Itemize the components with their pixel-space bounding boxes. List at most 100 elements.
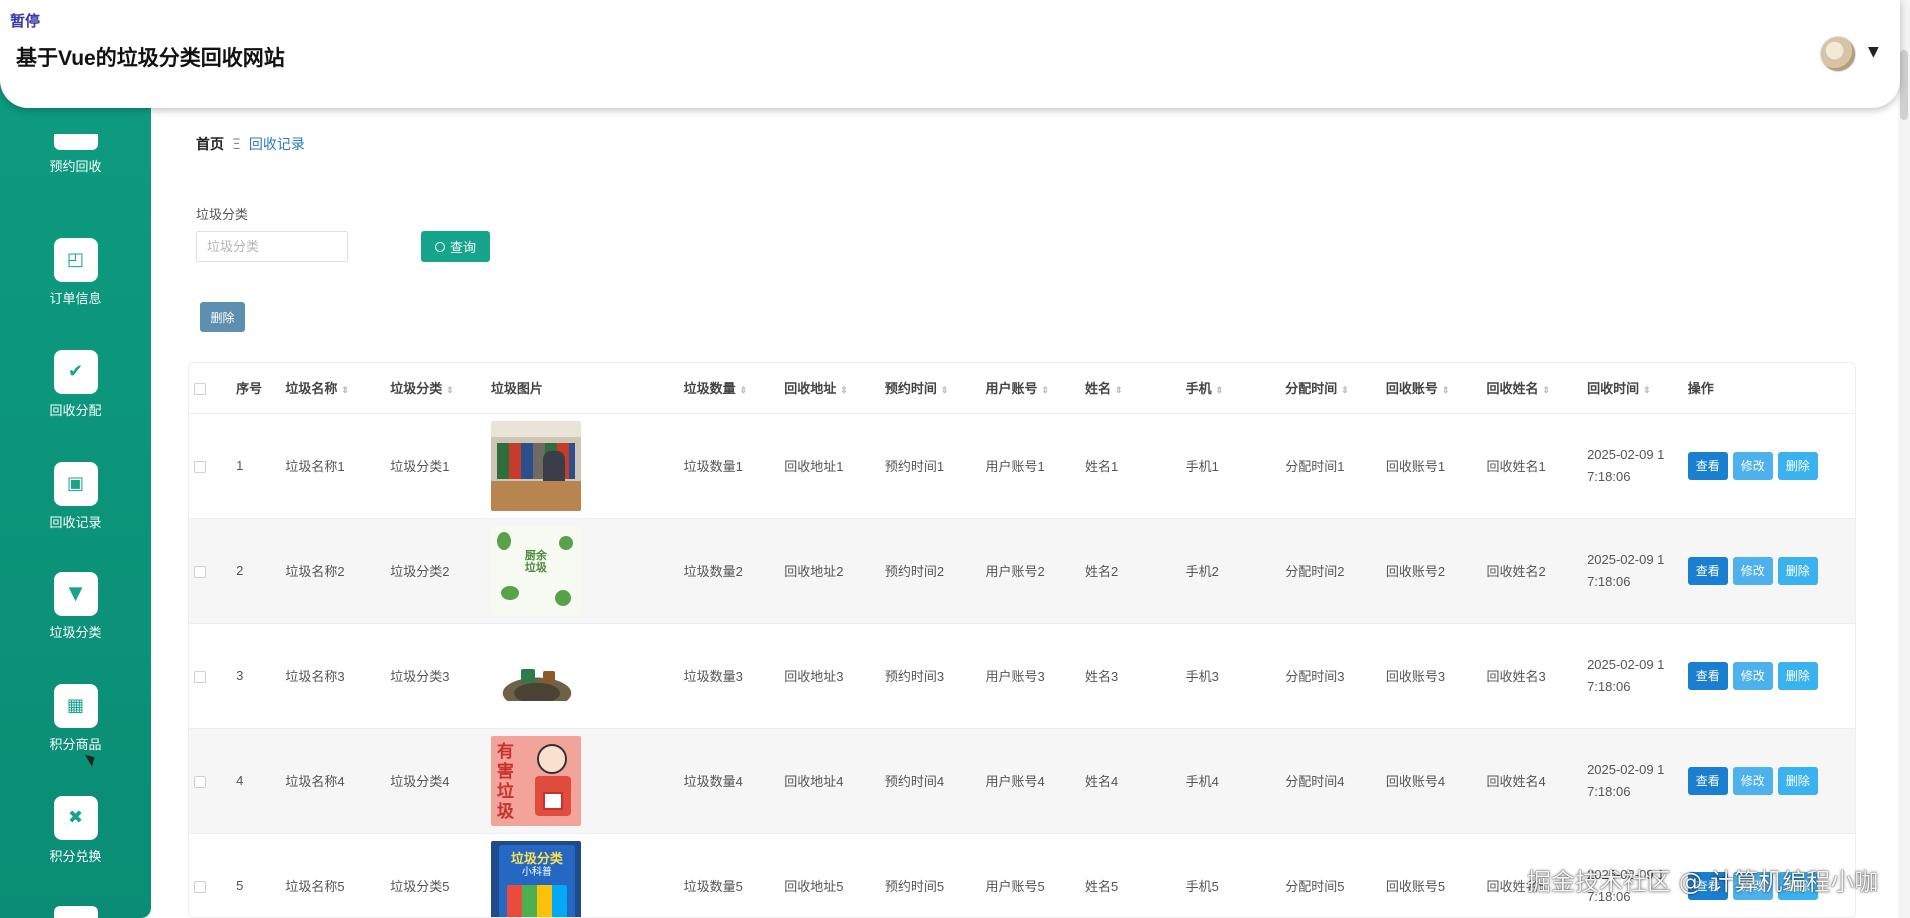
sort-icon: ⇕ [739,385,748,396]
col-header[interactable]: 分配时间 ⇕ [1285,363,1386,413]
col-header[interactable]: 回收账号 ⇕ [1386,363,1487,413]
cell-quantity: 垃圾数量5 [683,879,743,895]
recycling-bins-photo[interactable] [490,420,581,511]
col-header[interactable]: 回收地址 ⇕ [784,363,885,413]
cell-recycle-time: 2025-02-09 1 7:18:06 [1587,656,1665,694]
sidebar-item-categories[interactable]: ▼ 垃圾分类 [0,572,151,641]
row-checkbox[interactable] [189,518,236,623]
exchange-icon: ✖ [53,796,98,840]
sort-icon: ⇕ [1041,385,1049,396]
cell-user-account: 用户账号2 [985,564,1045,579]
sidebar-item-records[interactable]: ▣ 回收记录 [0,462,151,531]
cell-appt-time: 预约时间2 [884,564,945,579]
cell-user-account: 用户账号1 [985,459,1045,474]
breadcrumb: 首页 Ξ 回收记录 [196,134,305,154]
cell-no: 4 [236,773,244,788]
cell-name: 垃圾名称5 [285,879,345,895]
breadcrumb-home[interactable]: 首页 [196,137,224,153]
sidebar: 预约回收 ◰ 订单信息 ✔ 回收分配 ▣ 回收记录 ▼ 垃圾分类 ▦ 积分商品 … [0,80,151,918]
sorting-book-cover[interactable]: 垃圾分类 小科普 [490,840,581,917]
delete-button[interactable]: 删除 [1777,451,1818,480]
delete-button[interactable]: 删除 [1777,556,1818,585]
sidebar-item-appointment[interactable]: 预约回收 [0,134,151,175]
cell-recycle-time: 2025-02-09 1 7:18:06 [1587,551,1665,589]
edit-button[interactable]: 修改 [1732,451,1773,480]
row-checkbox[interactable] [189,833,236,917]
row-checkbox[interactable] [189,413,236,518]
sidebar-item-label: 订单信息 [49,292,102,307]
caret-down-icon[interactable]: ▼ [1868,44,1879,60]
cell-address: 回收地址1 [784,459,844,474]
sort-icon: ⇕ [446,385,454,396]
search-button[interactable]: 查询 [421,231,490,262]
sidebar-item-label: 积分商品 [49,738,102,753]
view-button[interactable]: 查看 [1687,766,1728,795]
col-header[interactable]: 垃圾数量 ⇕ [684,363,785,413]
kitchen-waste-illustration[interactable]: 厨余垃圾 [490,525,581,616]
user-avatar[interactable] [1820,36,1856,72]
col-header[interactable]: 用户账号 ⇕ [985,363,1085,413]
col-header[interactable]: 垃圾名称 ⇕ [285,363,390,413]
cell-user-account: 用户账号5 [985,879,1045,895]
cell-address: 回收地址2 [784,564,844,579]
cell-recycler-name: 回收姓名4 [1486,774,1546,789]
page: 暂停 基于Vue的垃圾分类回收网站 ▼ 预约回收 ◰ 订单信息 ✔ 回收分配 ▣… [0,0,1910,918]
edit-button[interactable]: 修改 [1732,556,1773,585]
cell-address: 回收地址3 [784,669,844,684]
cell-assign-time: 分配时间1 [1285,459,1345,474]
view-button[interactable]: 查看 [1687,556,1728,585]
briefcase-icon: ▣ [53,462,98,506]
pause-tag[interactable]: 暂停 [10,10,40,31]
clipboard-icon: ✔ [53,350,98,394]
edit-button[interactable]: 修改 [1732,661,1773,690]
sort-icon: ⇕ [1542,385,1550,396]
col-header[interactable]: 预约时间 ⇕ [885,363,986,413]
calendar-icon [53,134,98,150]
bulk-delete-button[interactable]: 删除 [200,302,245,332]
col-header[interactable]: 回收时间 ⇕ [1587,363,1688,413]
sidebar-item-points-exchange[interactable]: ✖ 积分兑换 [0,796,151,865]
trash-pile-photo[interactable] [490,630,581,721]
view-button[interactable]: 查看 [1687,661,1728,690]
delete-button[interactable]: 删除 [1777,766,1818,795]
row-checkbox[interactable] [189,623,236,728]
col-header[interactable]: 姓名 ⇕ [1085,363,1186,413]
row-checkbox[interactable] [189,728,236,833]
sidebar-item-orders[interactable]: ◰ 订单信息 [0,238,151,307]
col-header[interactable]: 手机 ⇕ [1186,363,1286,413]
chart-icon: ◰ [53,238,98,282]
cell-quantity: 垃圾数量1 [683,459,743,474]
col-header[interactable]: 垃圾分类 ⇕ [390,363,491,413]
delete-button[interactable]: 删除 [1777,661,1818,690]
table-row: 1 垃圾名称1 垃圾分类1 垃圾数量1 回收地址1 预约时间1 用户账号1 姓名… [189,413,1855,518]
records-table: 序号 垃圾名称 ⇕ 垃圾分类 ⇕ 垃圾图片 垃圾数量 ⇕ 回收地址 ⇕ 预约时间 ⇕ 用户… [188,362,1856,918]
sidebar-item-assign[interactable]: ✔ 回收分配 [0,350,151,419]
sidebar-item-label: 垃圾分类 [49,626,102,641]
cell-person: 姓名3 [1085,669,1119,684]
sidebar-item-more[interactable] [0,906,151,918]
cell-quantity: 垃圾数量3 [683,669,743,684]
watermark: 掘金技术社区 @ 计算机编程小咖 [1527,868,1879,896]
page-scrollbar[interactable] [1898,0,1910,918]
cell-name: 垃圾名称4 [285,774,345,789]
view-button[interactable]: 查看 [1687,451,1728,480]
col-header: 垃圾图片 [490,381,543,397]
page-scrollbar-thumb[interactable] [1900,50,1908,120]
col-header[interactable]: 回收姓名 ⇕ [1486,363,1587,413]
hazardous-waste-poster[interactable]: 有害垃圾 [490,735,581,826]
cell-assign-time: 分配时间5 [1285,879,1345,895]
cell-no: 1 [236,458,244,473]
category-search-input[interactable] [196,231,348,262]
cell-assign-time: 分配时间4 [1285,774,1345,789]
brush-icon: ▼ [53,572,98,616]
sidebar-item-points-goods[interactable]: ▦ 积分商品 [0,684,151,753]
sort-icon: ⇕ [1341,385,1349,396]
cell-image: 垃圾分类 小科普 [490,833,684,917]
cell-recycler-account: 回收账号3 [1385,669,1446,684]
select-all-checkbox[interactable] [189,363,236,413]
cell-recycler-account: 回收账号1 [1385,459,1446,474]
cell-appt-time: 预约时间3 [884,669,945,684]
sidebar-item-label: 回收记录 [49,516,102,531]
edit-button[interactable]: 修改 [1732,766,1773,795]
sort-icon: ⇕ [840,385,848,396]
